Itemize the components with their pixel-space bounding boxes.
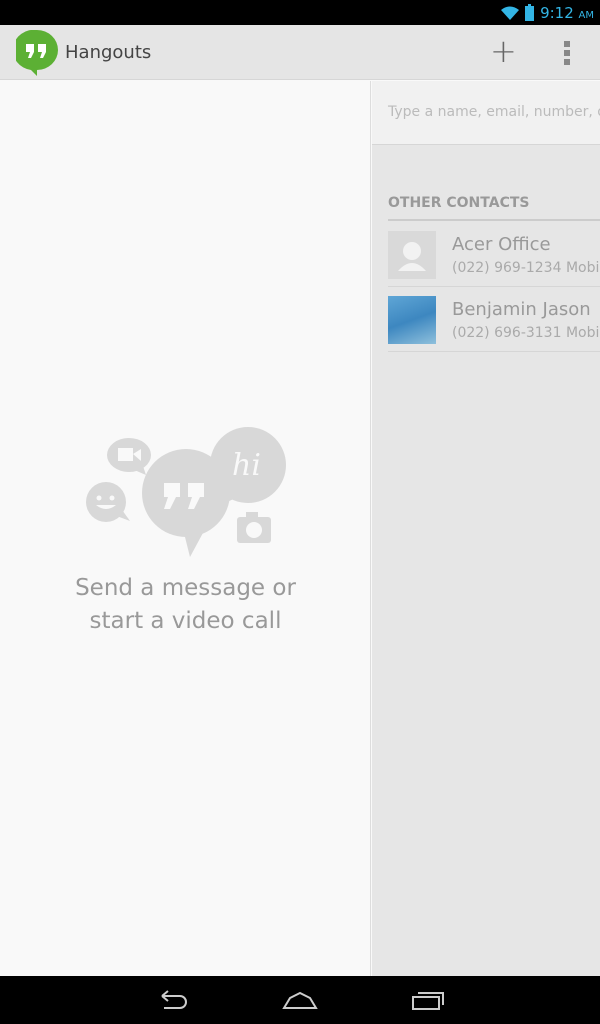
contact-name: Benjamin Jason: [452, 299, 591, 320]
empty-line-2: start a video call: [89, 608, 282, 634]
recent-apps-icon[interactable]: [410, 988, 446, 1012]
new-hangout-button[interactable]: +: [490, 35, 517, 67]
hangouts-logo-icon: [16, 30, 58, 76]
home-icon[interactable]: [282, 988, 318, 1012]
empty-line-1: Send a message or: [75, 575, 296, 601]
plus-icon: +: [490, 32, 517, 70]
hi-bubble-text: hi: [232, 448, 261, 483]
action-bar: Hangouts +: [0, 25, 600, 80]
back-icon[interactable]: [154, 988, 190, 1012]
section-header-other-contacts: OTHER CONTACTS: [388, 195, 600, 221]
battery-icon: [525, 4, 535, 21]
clock-ampm: AM: [578, 9, 594, 21]
contact-item[interactable]: Benjamin Jason (022) 696-3131 Mobile: [388, 287, 600, 352]
contact-phone: (022) 696-3131 Mobile: [452, 325, 600, 341]
overflow-dot: [564, 41, 570, 47]
status-bar: 9:12 AM: [0, 0, 600, 25]
clock-time: 9:12: [540, 3, 574, 22]
contact-search-input[interactable]: Type a name, email, number, or circle: [372, 81, 600, 145]
contacts-pane: Type a name, email, number, or circle OT…: [372, 81, 600, 976]
clock: 9:12 AM: [540, 4, 594, 22]
overflow-menu-button[interactable]: [563, 41, 571, 65]
overflow-dot: [564, 50, 570, 56]
contact-name: Acer Office: [452, 234, 551, 255]
conversation-pane: hi Send a message or start a video call: [0, 81, 371, 976]
person-icon: [398, 242, 426, 271]
overflow-dot: [564, 59, 570, 65]
hangouts-illustration-icon: hi: [86, 427, 286, 557]
app-title: Hangouts: [65, 42, 152, 63]
avatar: [388, 296, 436, 344]
empty-state-message: Send a message or start a video call: [0, 572, 371, 638]
wifi-icon: [501, 6, 520, 20]
navigation-bar: [0, 976, 600, 1024]
contact-phone: (022) 969-1234 Mobile: [452, 260, 600, 276]
contact-item[interactable]: Acer Office (022) 969-1234 Mobile: [388, 222, 600, 287]
avatar: [388, 231, 436, 279]
